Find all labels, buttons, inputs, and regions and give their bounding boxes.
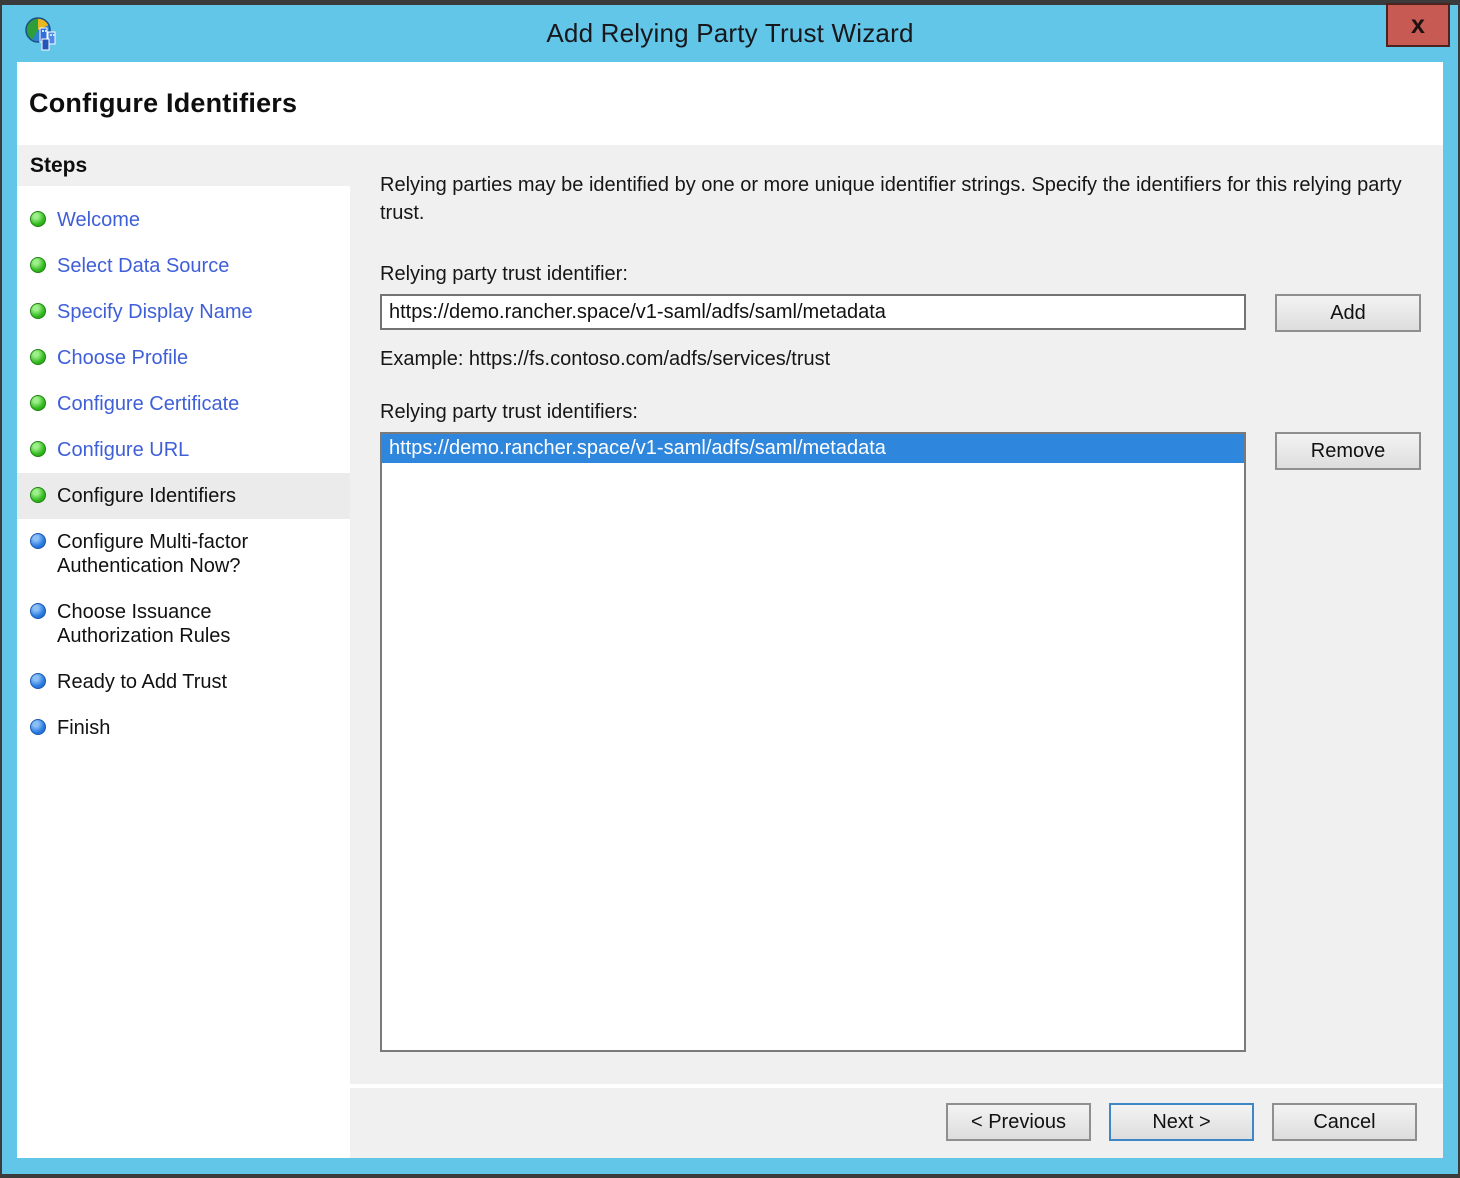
previous-button[interactable]: < Previous (946, 1103, 1091, 1141)
step-choose-issuance-rules[interactable]: Choose Issuance Authorization Rules (17, 589, 350, 659)
page-header: Configure Identifiers (17, 62, 1443, 145)
steps-header: Steps (17, 145, 350, 189)
identifiers-listbox[interactable]: https://demo.rancher.space/v1-saml/adfs/… (380, 432, 1246, 1052)
step-welcome[interactable]: Welcome (17, 197, 350, 243)
wizard-window: Add Relying Party Trust Wizard x Configu… (2, 5, 1458, 1174)
identifier-list-item[interactable]: https://demo.rancher.space/v1-saml/adfs/… (382, 434, 1244, 463)
identifier-label: Relying party trust identifier: (380, 263, 1421, 286)
step-choose-profile[interactable]: Choose Profile (17, 335, 350, 381)
example-text: Example: https://fs.contoso.com/adfs/ser… (380, 348, 1421, 371)
step-bullet-icon (30, 441, 46, 457)
intro-text: Relying parties may be identified by one… (380, 171, 1403, 227)
step-bullet-icon (30, 719, 46, 735)
step-bullet-icon (30, 487, 46, 503)
step-configure-certificate[interactable]: Configure Certificate (17, 381, 350, 427)
identifiers-list-label: Relying party trust identifiers: (380, 401, 1421, 424)
steps-list: Welcome Select Data Source Specify Displ… (17, 197, 350, 751)
adfs-wizard-icon (22, 15, 60, 53)
step-bullet-icon (30, 349, 46, 365)
add-button[interactable]: Add (1275, 294, 1421, 332)
step-specify-display-name[interactable]: Specify Display Name (17, 289, 350, 335)
step-configure-multifactor[interactable]: Configure Multi-factor Authentication No… (17, 519, 350, 589)
close-icon: x (1411, 11, 1425, 40)
step-ready-to-add-trust[interactable]: Ready to Add Trust (17, 659, 350, 705)
main-panel: Relying parties may be identified by one… (350, 145, 1443, 1158)
step-bullet-icon (30, 603, 46, 619)
step-bullet-icon (30, 395, 46, 411)
identifier-input[interactable] (380, 294, 1246, 330)
step-bullet-icon (30, 211, 46, 227)
titlebar: Add Relying Party Trust Wizard x (2, 5, 1458, 62)
footer-button-bar: < Previous Next > Cancel (350, 1088, 1443, 1158)
close-button[interactable]: x (1386, 3, 1450, 47)
cancel-button[interactable]: Cancel (1272, 1103, 1417, 1141)
step-configure-identifiers[interactable]: Configure Identifiers (17, 473, 350, 519)
next-button[interactable]: Next > (1109, 1103, 1254, 1141)
window-title: Add Relying Party Trust Wizard (2, 18, 1458, 49)
step-finish[interactable]: Finish (17, 705, 350, 751)
steps-sidebar: Steps Welcome Select Data Source Specify… (17, 145, 350, 1158)
step-bullet-icon (30, 257, 46, 273)
step-configure-url[interactable]: Configure URL (17, 427, 350, 473)
remove-button[interactable]: Remove (1275, 432, 1421, 470)
step-bullet-icon (30, 533, 46, 549)
step-select-data-source[interactable]: Select Data Source (17, 243, 350, 289)
step-bullet-icon (30, 673, 46, 689)
page-title: Configure Identifiers (29, 88, 297, 119)
step-bullet-icon (30, 303, 46, 319)
